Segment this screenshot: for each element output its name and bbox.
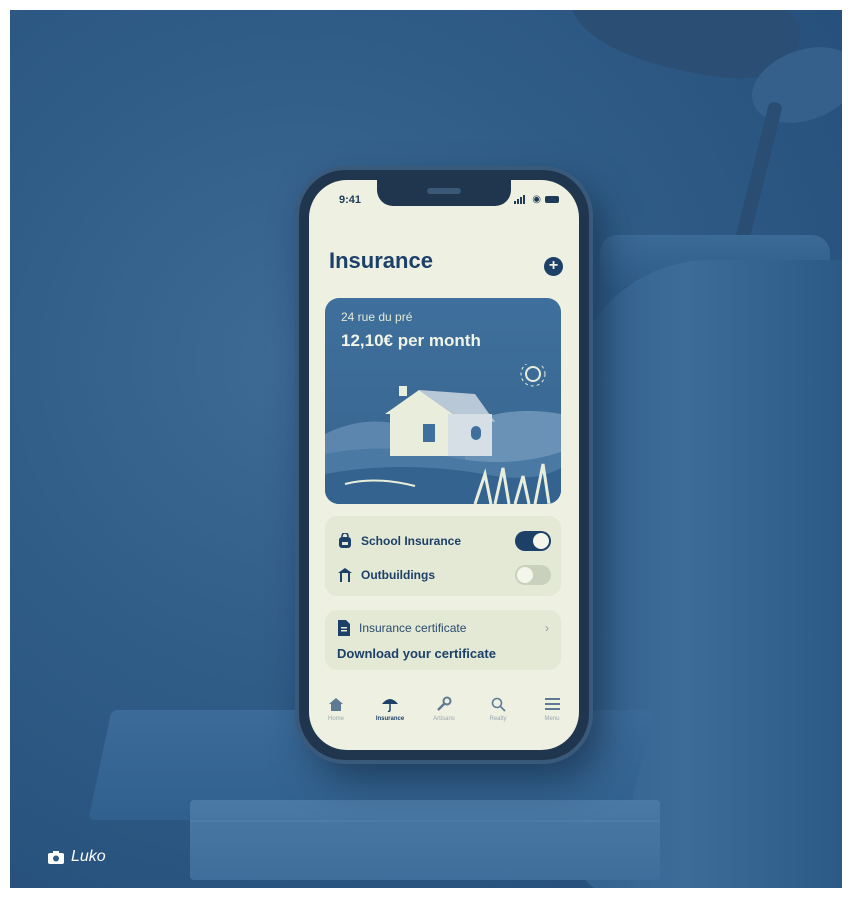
battery-icon [545, 196, 559, 203]
plus-circle-icon[interactable]: + [544, 257, 563, 276]
shed-icon [337, 567, 353, 583]
option-school-insurance[interactable]: School Insurance [337, 528, 551, 554]
option-outbuildings[interactable]: Outbuildings [337, 562, 551, 588]
credit-text: Luko [71, 848, 106, 865]
option-label: School Insurance [361, 534, 462, 548]
tab-realty[interactable]: Realty [471, 694, 525, 740]
certificate-card[interactable]: Insurance certificate › Download your ce… [325, 610, 561, 670]
tab-label: Menu [544, 716, 560, 722]
tab-label: Insurance [375, 716, 405, 722]
smartphone: 9:41 ◉ Insurance + 24 rue du pré 12,10€ … [299, 170, 589, 760]
backpack-icon [337, 533, 353, 549]
signal-icon [514, 195, 528, 204]
camera-icon [48, 850, 64, 864]
photo-credit: Luko [48, 848, 106, 866]
umbrella-icon [380, 694, 400, 714]
speaker-grille [427, 188, 461, 194]
school-insurance-toggle[interactable] [515, 531, 551, 551]
house-illustration [325, 364, 561, 504]
tab-label: Artisans [433, 716, 455, 722]
document-icon [338, 620, 350, 636]
wrench-icon [434, 694, 454, 714]
option-label: Outbuildings [361, 568, 435, 582]
search-icon [488, 694, 508, 714]
policy-price: 12,10€ per month [341, 331, 481, 350]
policy-address: 24 rue du pré [341, 310, 413, 324]
book-stand-side [190, 800, 660, 880]
home-icon [326, 694, 346, 714]
menu-icon [542, 694, 562, 714]
policy-card[interactable]: 24 rue du pré 12,10€ per month [325, 298, 561, 504]
tab-insurance[interactable]: Insurance [363, 694, 417, 740]
tab-menu[interactable]: Menu [525, 694, 579, 740]
status-icons: ◉ [514, 194, 559, 205]
certificate-header: Insurance certificate › [337, 620, 549, 636]
download-certificate-link[interactable]: Download your certificate [337, 646, 496, 661]
tab-label: Realty [489, 716, 507, 722]
page-title: Insurance [329, 248, 433, 273]
tab-bar: Home Insurance Artisans Realty Menu [309, 694, 579, 740]
tab-home[interactable]: Home [309, 694, 363, 740]
phone-notch [377, 180, 511, 206]
photo-scene: 9:41 ◉ Insurance + 24 rue du pré 12,10€ … [10, 10, 842, 888]
certificate-label: Insurance certificate [359, 621, 467, 635]
phone-screen: 9:41 ◉ Insurance + 24 rue du pré 12,10€ … [309, 180, 579, 750]
coverage-options: School Insurance Outbuildings [325, 516, 561, 596]
tab-artisans[interactable]: Artisans [417, 694, 471, 740]
chevron-right-icon: › [545, 621, 549, 635]
tab-label: Home [327, 716, 344, 722]
wifi-icon: ◉ [532, 194, 541, 205]
outbuildings-toggle[interactable] [515, 565, 551, 585]
status-time: 9:41 [339, 194, 362, 206]
